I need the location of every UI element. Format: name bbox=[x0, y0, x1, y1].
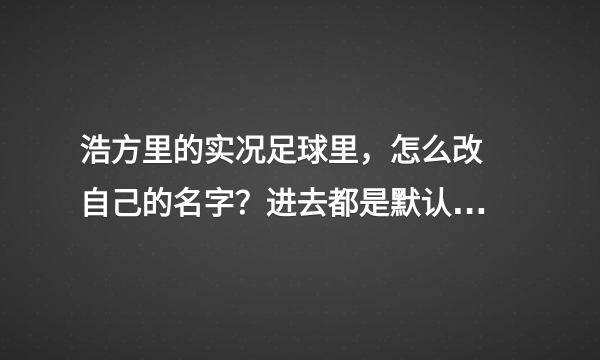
question-line-1: 浩方里的实况足球里，怎么改 bbox=[80, 133, 483, 169]
question-line-2: 自己的名字？进去都是默认... bbox=[80, 185, 488, 222]
question-card: 浩方里的实况足球里，怎么改 自己的名字？进去都是默认... bbox=[0, 0, 600, 360]
question-title: 浩方里的实况足球里，怎么改 自己的名字？进去都是默认... bbox=[80, 128, 520, 227]
